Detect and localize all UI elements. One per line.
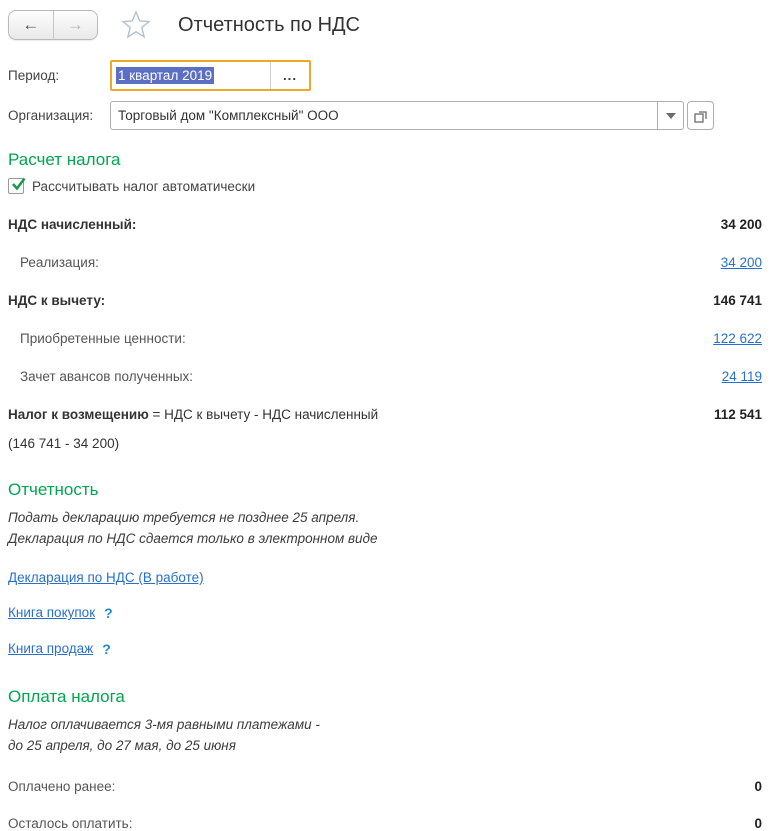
purchased-values-label: Приобретенные ценности: (8, 331, 186, 346)
payment-note-line2: до 25 апреля, до 27 мая, до 25 июня (8, 736, 762, 757)
reporting-note: Подать декларацию требуется не позднее 2… (8, 508, 762, 550)
vat-accrued-value: 34 200 (721, 217, 762, 232)
help-icon[interactable]: ? (104, 605, 113, 621)
left-to-pay-row: Осталось оплатить: 0 (8, 816, 762, 831)
payment-note: Налог оплачивается 3-мя равными платежам… (8, 715, 762, 757)
paid-earlier-label: Оплачено ранее: (8, 779, 115, 794)
tax-refund-label: Налог к возмещению = НДС к вычету - НДС … (8, 407, 378, 422)
auto-calc-row: Рассчитывать налог автоматически (8, 178, 762, 194)
checkmark-icon (10, 175, 28, 193)
favorite-star-icon[interactable] (120, 9, 152, 41)
payment-note-line1: Налог оплачивается 3-мя равными платежам… (8, 715, 762, 736)
vat-deductible-label: НДС к вычету: (8, 293, 105, 308)
reporting-note-line1: Подать декларацию требуется не позднее 2… (8, 508, 762, 529)
section-heading-payment: Оплата налога (8, 687, 762, 707)
period-value[interactable]: 1 квартал 2019 (112, 62, 271, 89)
purchase-book-link[interactable]: Книга покупок (8, 605, 95, 620)
advances-offset-label: Зачет авансов полученных: (8, 369, 193, 384)
purchased-values-link[interactable]: 122 622 (713, 331, 762, 346)
paid-earlier-row: Оплачено ранее: 0 (8, 779, 762, 794)
section-heading-tax-calc: Расчет налога (8, 150, 762, 170)
declaration-row: Декларация по НДС (В работе) (8, 570, 762, 585)
help-icon[interactable]: ? (102, 641, 111, 657)
sales-row: Реализация: 34 200 (8, 255, 762, 270)
advances-offset-link[interactable]: 24 119 (722, 369, 762, 384)
history-nav-group: ← → (8, 10, 98, 40)
chevron-down-icon (666, 113, 676, 119)
left-to-pay-value: 0 (754, 816, 762, 831)
open-form-icon (694, 109, 708, 123)
page-title: Отчетность по НДС (178, 14, 360, 37)
vat-deductible-row: НДС к вычету: 146 741 (8, 293, 762, 308)
reporting-note-line2: Декларация по НДС сдается только в элект… (8, 529, 762, 550)
sales-book-row: Книга продаж ? (8, 641, 762, 657)
vat-deductible-value: 146 741 (713, 293, 762, 308)
section-heading-reporting: Отчетность (8, 480, 762, 500)
advances-offset-row: Зачет авансов полученных: 24 119 (8, 369, 762, 384)
organization-input[interactable]: Торговый дом "Комплексный" ООО (110, 101, 657, 130)
period-choose-button[interactable]: ... (271, 62, 309, 89)
organization-open-button[interactable] (687, 101, 714, 130)
auto-calc-label[interactable]: Рассчитывать налог автоматически (32, 179, 255, 194)
purchased-values-row: Приобретенные ценности: 122 622 (8, 331, 762, 346)
sales-book-link[interactable]: Книга продаж (8, 641, 93, 656)
organization-row: Организация: Торговый дом "Комплексный" … (8, 101, 762, 130)
back-button[interactable]: ← (9, 11, 54, 39)
paid-earlier-value: 0 (754, 779, 762, 794)
period-row: Период: 1 квартал 2019 ... (8, 60, 762, 91)
vat-declaration-link[interactable]: Декларация по НДС (В работе) (8, 570, 204, 585)
forward-button[interactable]: → (54, 11, 98, 39)
organization-field-group: Торговый дом "Комплексный" ООО (110, 101, 714, 130)
tax-refund-formula: (146 741 - 34 200) (8, 436, 762, 451)
sales-label: Реализация: (8, 255, 99, 270)
vat-accrued-row: НДС начисленный: 34 200 (8, 217, 762, 232)
vat-accrued-label: НДС начисленный: (8, 217, 136, 232)
purchase-book-row: Книга покупок ? (8, 605, 762, 621)
period-input[interactable]: 1 квартал 2019 ... (110, 60, 311, 91)
left-to-pay-label: Осталось оплатить: (8, 816, 132, 831)
vat-report-page: ← → Отчетность по НДС Период: 1 квартал … (0, 0, 773, 763)
period-label: Период: (8, 68, 110, 83)
sales-value-link[interactable]: 34 200 (721, 255, 762, 270)
tax-refund-row: Налог к возмещению = НДС к вычету - НДС … (8, 407, 762, 422)
auto-calc-checkbox[interactable] (8, 178, 24, 194)
top-toolbar: ← → Отчетность по НДС (8, 8, 762, 42)
tax-refund-value: 112 541 (714, 407, 762, 422)
organization-dropdown-button[interactable] (657, 101, 684, 130)
organization-label: Организация: (8, 108, 110, 123)
